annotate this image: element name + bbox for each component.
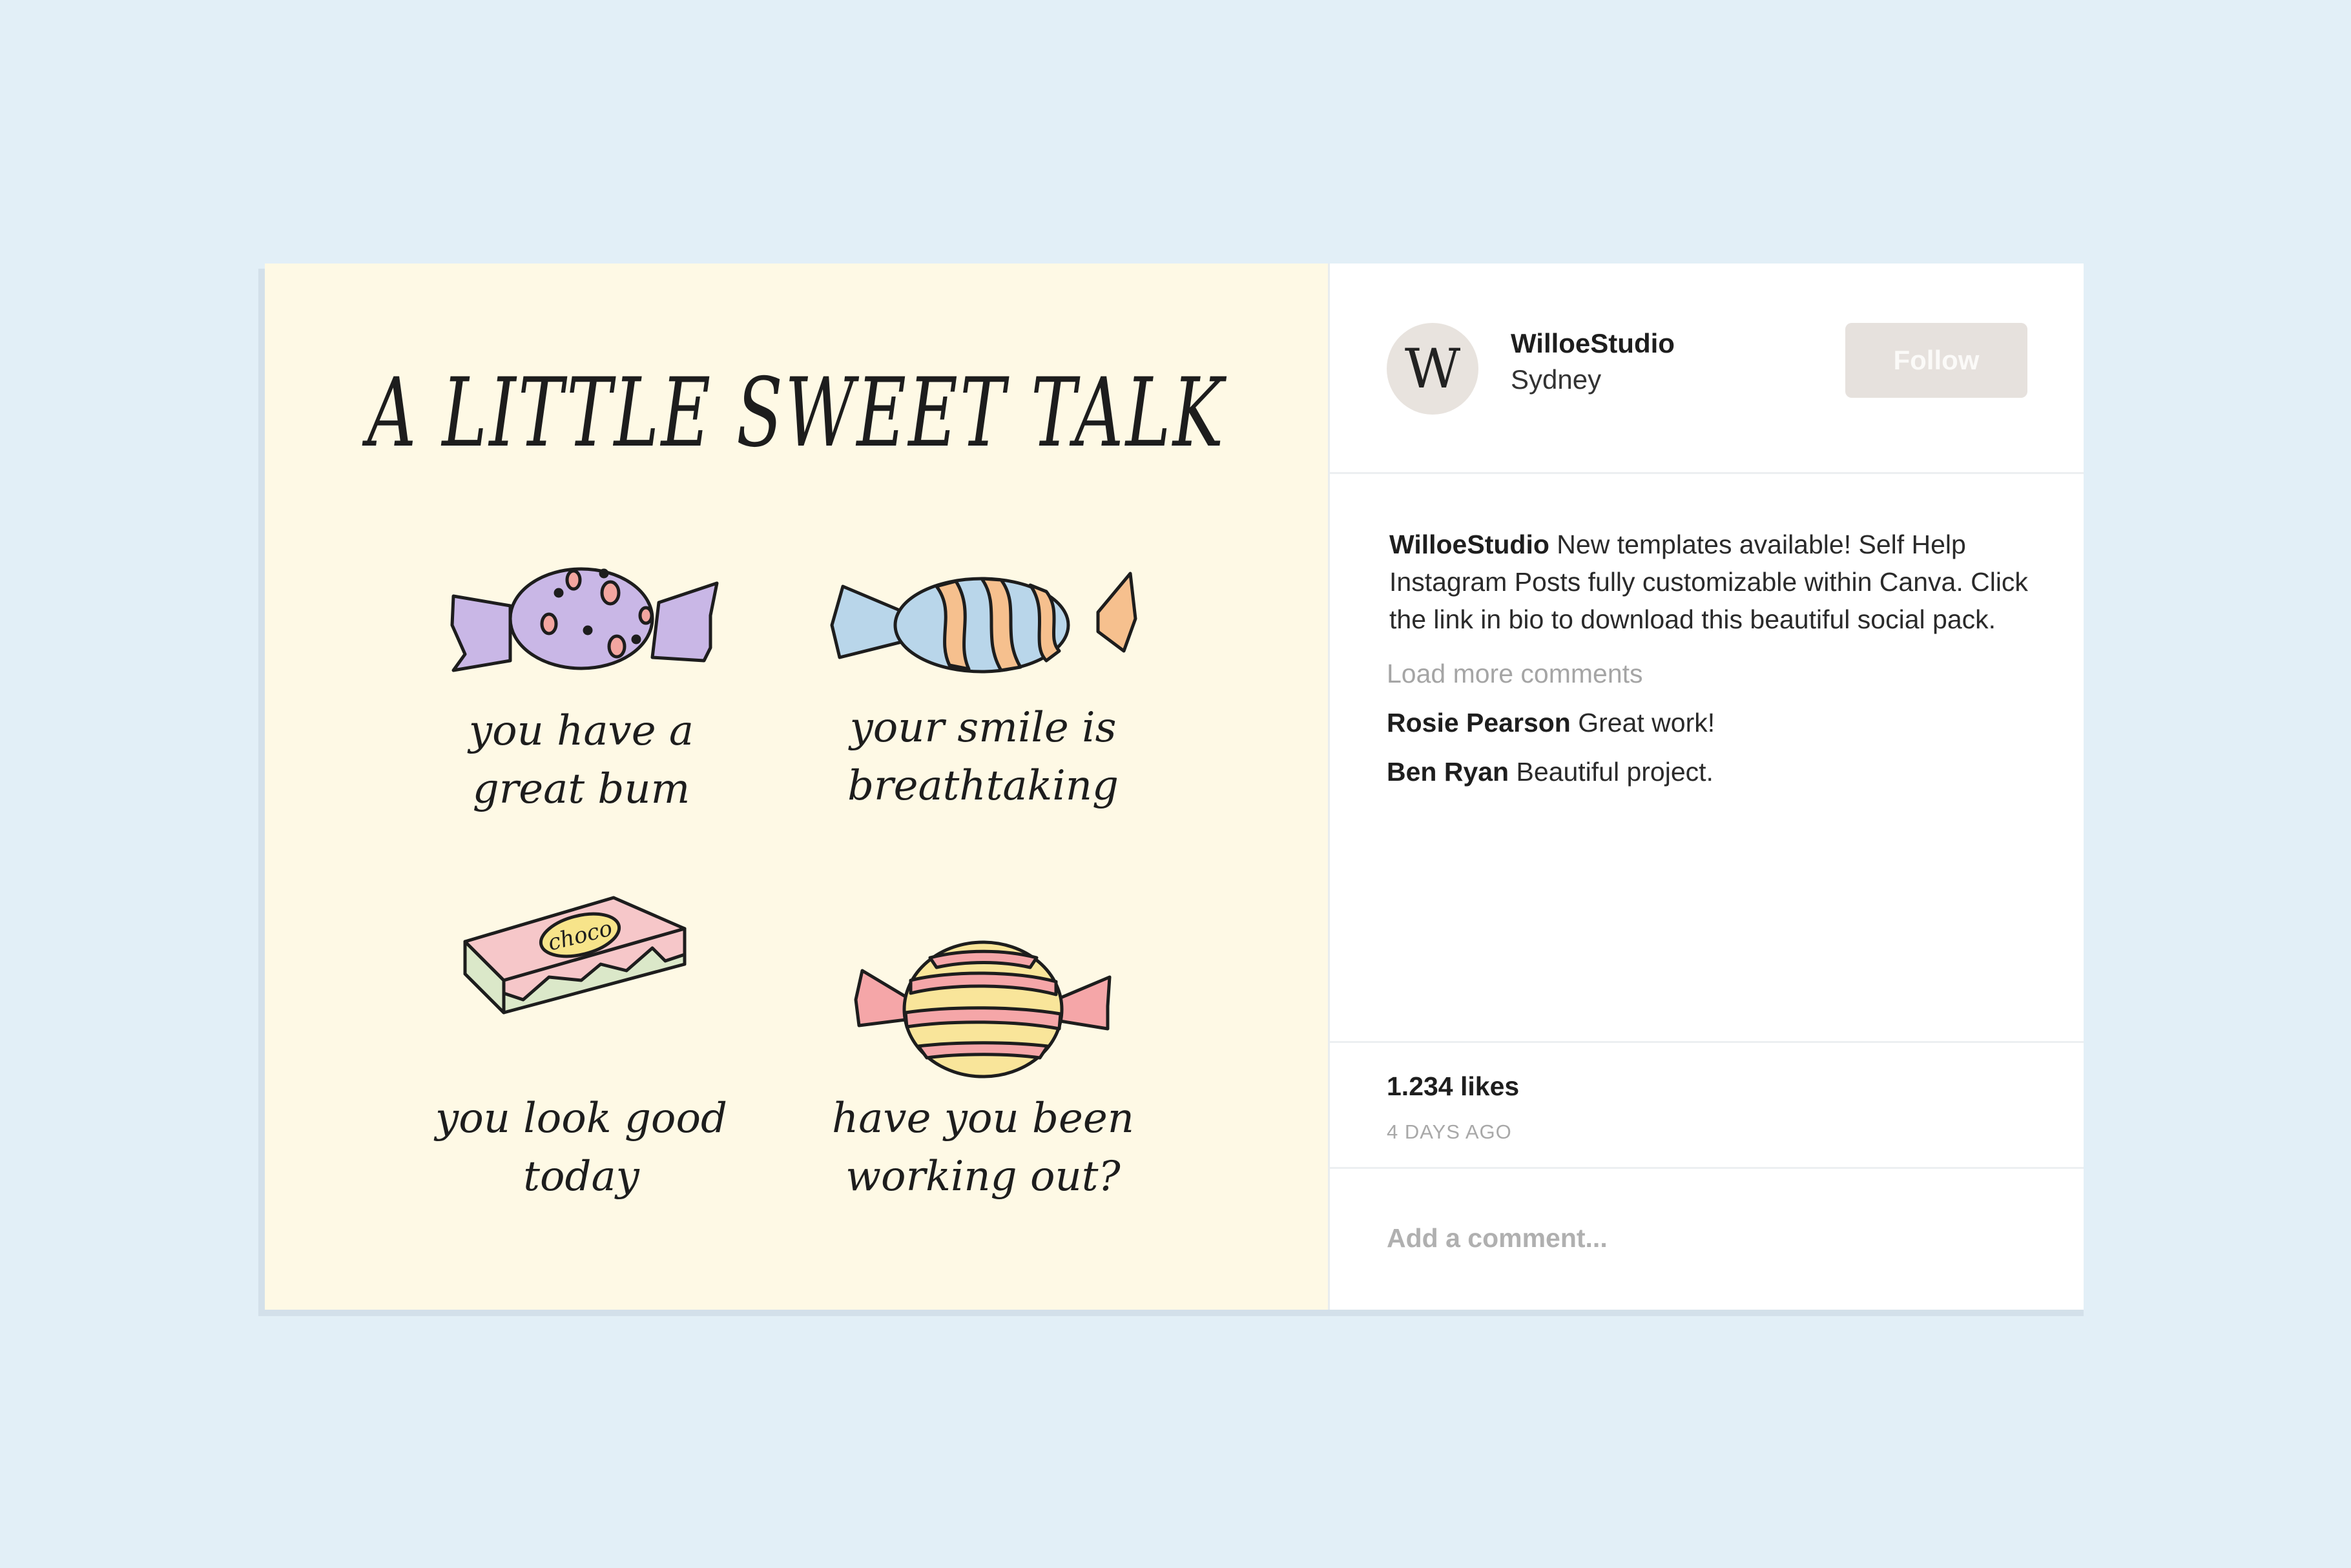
comment: Rosie Pearson Great work! [1387, 704, 2033, 741]
candy-choco-bar-icon [463, 896, 687, 1015]
candy-striped-icon [830, 572, 1137, 674]
candy-2-line-1: your smile is [848, 704, 1117, 752]
follow-button[interactable]: Follow [1845, 323, 2027, 398]
post-illustration: A LITTLE SWEET TALK you have a great bum [362, 358, 1227, 1201]
load-more-comments-link[interactable]: Load more comments [1387, 655, 2033, 692]
avatar[interactable]: W [1387, 323, 1478, 415]
likes-count[interactable]: 1.234 likes [1387, 1071, 1519, 1102]
candy-4-line-1: have you been [832, 1095, 1134, 1142]
comment-author[interactable]: Ben Ryan [1387, 757, 1509, 787]
avatar-letter: W [1404, 337, 1461, 400]
candy-purple-icon [450, 567, 719, 672]
post-card: A LITTLE SWEET TALK you have a great bum [265, 263, 2084, 1310]
comments-section: WilloeStudio New templates available! Se… [1387, 526, 2033, 790]
post-sidebar: W WilloeStudio Sydney Follow WilloeStudi… [1328, 263, 2084, 1310]
candy-4-line-2: working out? [845, 1153, 1121, 1201]
candy-3-line-1: you look good [433, 1095, 727, 1142]
location[interactable]: Sydney [1511, 364, 1601, 395]
image-title: A LITTLE SWEET TALK [362, 358, 1227, 469]
candy-2-line-2: breathtaking [847, 762, 1119, 810]
post-header: W WilloeStudio Sydney Follow [1330, 263, 2084, 474]
post-stats: 1.234 likes 4 DAYS AGO [1330, 1041, 2084, 1169]
caption: WilloeStudio New templates available! Se… [1389, 526, 2033, 638]
candy-1-line-1: you have a [467, 707, 694, 755]
post-timestamp: 4 DAYS AGO [1387, 1120, 1512, 1143]
post-image[interactable]: A LITTLE SWEET TALK you have a great bum [265, 263, 1328, 1310]
comment-text: Great work! [1578, 708, 1715, 738]
candy-round-striped-icon [854, 940, 1112, 1078]
comment-text: Beautiful project. [1516, 757, 1714, 787]
add-comment-input[interactable] [1387, 1223, 1968, 1253]
caption-author[interactable]: WilloeStudio [1389, 530, 1549, 559]
candy-1-line-2: great bum [473, 765, 690, 813]
username[interactable]: WilloeStudio [1511, 328, 1675, 359]
comment: Ben Ryan Beautiful project. [1387, 753, 2033, 790]
candy-3-line-2: today [523, 1153, 639, 1201]
comment-author[interactable]: Rosie Pearson [1387, 708, 1571, 738]
